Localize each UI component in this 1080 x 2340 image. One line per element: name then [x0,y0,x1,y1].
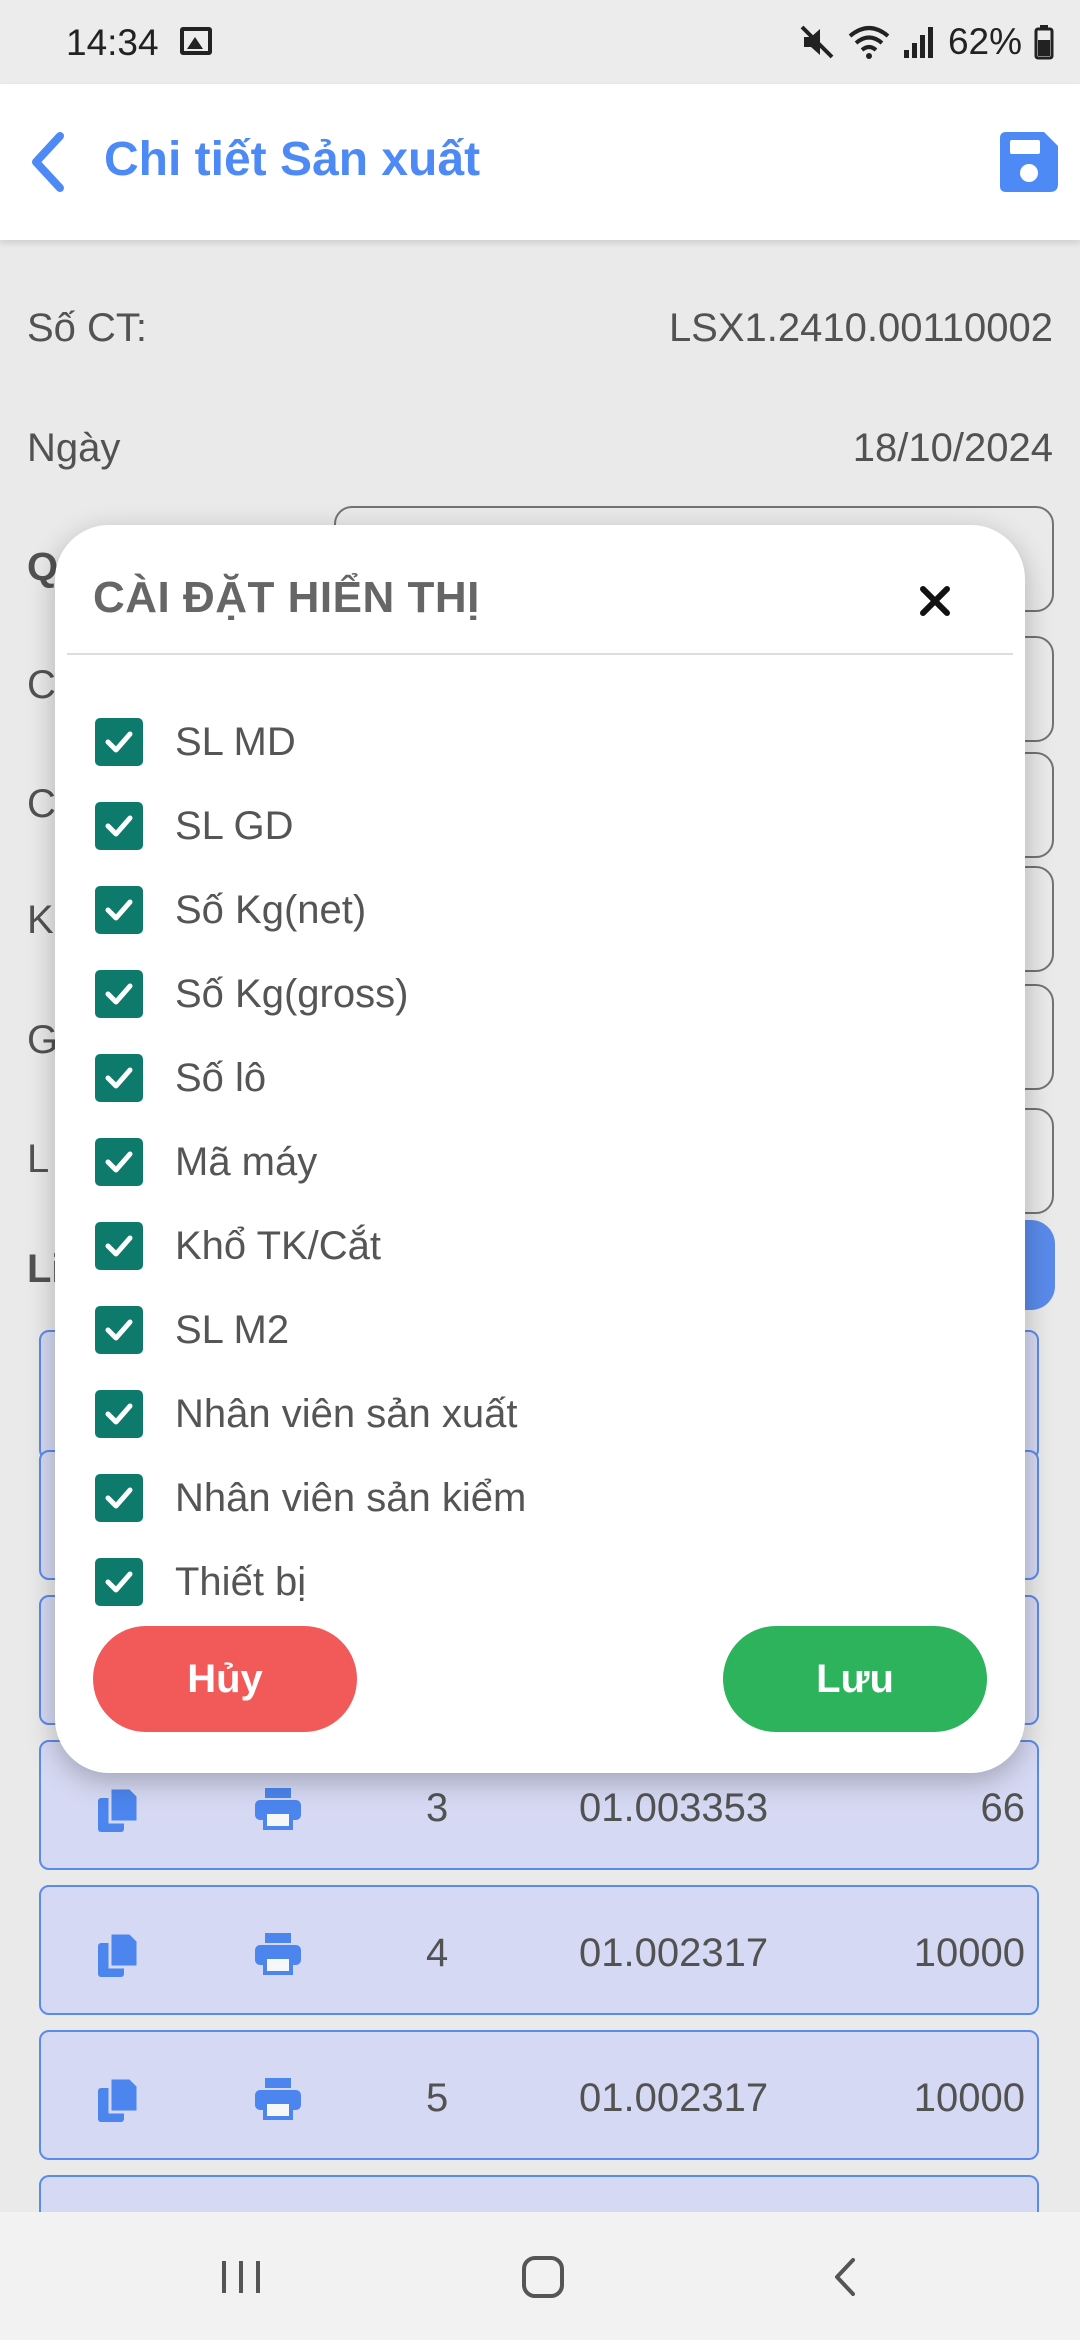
option-inspection-staff[interactable]: Nhân viên sản kiểm [95,1456,975,1540]
gallery-icon [180,27,212,55]
recent-apps-icon [222,2261,260,2293]
checkbox-checked[interactable] [95,1558,143,1606]
back-button[interactable] [18,124,90,200]
option-label: SL GD [175,803,294,848]
dialog-title: CÀI ĐẶT HIỂN THỊ [93,573,480,622]
option-kg-net[interactable]: Số Kg(net) [95,868,975,952]
floppy-disk-icon [1000,132,1058,192]
home-button[interactable] [498,2242,588,2312]
checkmark-icon [105,1151,133,1173]
status-time: 14:34 [66,22,159,63]
checkmark-icon [105,1403,133,1425]
checkbox-checked[interactable] [95,1138,143,1186]
checkbox-checked[interactable] [95,718,143,766]
checkbox-checked[interactable] [95,1054,143,1102]
checkmark-icon [105,983,133,1005]
option-label: SL M2 [175,1307,290,1352]
option-label: Nhân viên sản kiểm [175,1475,527,1520]
option-label: Số lô [175,1055,267,1100]
option-label: Mã máy [175,1139,318,1184]
option-sl-m2[interactable]: SL M2 [95,1288,975,1372]
nav-back-button[interactable] [800,2242,890,2312]
checkbox-checked[interactable] [95,802,143,850]
option-sl-md[interactable]: SL MD [95,700,975,784]
mute-icon [800,25,834,59]
recent-apps-button[interactable] [196,2242,286,2312]
column-option-list: SL MD SL GD Số Kg(net) Số Kg(gross) Số l… [95,700,975,1624]
system-nav-bar [0,2212,1080,2340]
wifi-icon [848,26,890,59]
save-settings-button[interactable]: Lưu [723,1626,987,1732]
checkmark-icon [105,1319,133,1341]
option-label: Số Kg(gross) [175,971,409,1016]
save-button[interactable] [994,128,1062,196]
option-kg-gross[interactable]: Số Kg(gross) [95,952,975,1036]
checkmark-icon [105,815,133,837]
option-equipment[interactable]: Thiết bị [95,1540,975,1624]
battery-percent: 62% [947,21,1022,62]
page-title: Chi tiết Sản xuất [104,133,481,186]
app-bar: Chi tiết Sản xuất [0,84,1080,240]
checkmark-icon [105,731,133,753]
option-lot[interactable]: Số lô [95,1036,975,1120]
checkbox-checked[interactable] [95,970,143,1018]
checkbox-checked[interactable] [95,886,143,934]
checkmark-icon [105,1067,133,1089]
option-label: Số Kg(net) [175,887,367,932]
checkbox-checked[interactable] [95,1474,143,1522]
dialog-divider [67,653,1013,655]
checkmark-icon [105,899,133,921]
option-label: Thiết bị [175,1559,307,1604]
checkbox-checked[interactable] [95,1306,143,1354]
status-bar: 14:34 62% [0,0,1080,84]
home-icon [522,2256,564,2298]
back-icon [835,2258,855,2296]
battery-icon [1034,25,1054,60]
checkbox-checked[interactable] [95,1222,143,1270]
option-label: Khổ TK/Cắt [175,1223,382,1268]
option-machine-code[interactable]: Mã máy [95,1120,975,1204]
close-icon[interactable] [911,577,959,625]
checkmark-icon [105,1487,133,1509]
option-sl-gd[interactable]: SL GD [95,784,975,868]
option-production-staff[interactable]: Nhân viên sản xuất [95,1372,975,1456]
checkbox-checked[interactable] [95,1390,143,1438]
checkmark-icon [105,1235,133,1257]
chevron-left-icon [32,132,64,192]
option-label: SL MD [175,719,296,764]
status-icons: 62% [798,18,1054,66]
option-label: Nhân viên sản xuất [175,1391,518,1436]
signal-icon [903,27,933,58]
cancel-button[interactable]: Hủy [93,1626,357,1732]
option-width-cut[interactable]: Khổ TK/Cắt [95,1204,975,1288]
display-settings-dialog: CÀI ĐẶT HIỂN THỊ SL MD SL GD Số Kg(net) … [55,525,1025,1773]
checkmark-icon [105,1571,133,1593]
